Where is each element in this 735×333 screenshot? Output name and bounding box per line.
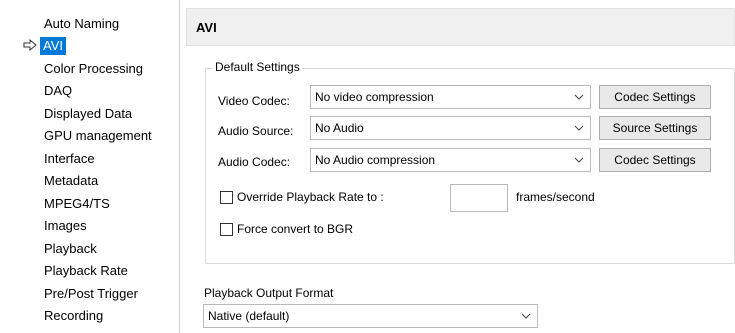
audio-codec-label: Audio Codec:: [218, 155, 291, 169]
sidebar-item-playback-rate[interactable]: Playback Rate: [44, 262, 128, 280]
sidebar-item-gpu-management[interactable]: GPU management: [44, 127, 152, 145]
sidebar-item-avi[interactable]: AVI: [40, 37, 66, 55]
sidebar-item-color-processing[interactable]: Color Processing: [44, 60, 143, 78]
audio-codec-settings-button[interactable]: Codec Settings: [599, 148, 711, 172]
playback-output-format-label: Playback Output Format: [204, 286, 334, 300]
sidebar-item-playback[interactable]: Playback: [44, 240, 97, 258]
video-codec-select[interactable]: No video compression: [310, 85, 591, 109]
audio-codec-select[interactable]: No Audio compression: [310, 148, 591, 172]
sidebar-item-daq[interactable]: DAQ: [44, 82, 72, 100]
sidebar-item-metadata[interactable]: Metadata: [44, 172, 98, 190]
chevron-down-icon: [574, 94, 584, 100]
arrow-right-icon: [23, 39, 37, 51]
audio-source-select[interactable]: No Audio: [310, 116, 591, 140]
avi-settings-panel: AVI Default Settings Video Codec: No vid…: [186, 0, 735, 333]
frames-per-second-label: frames/second: [516, 190, 595, 204]
playback-rate-input[interactable]: [450, 184, 508, 212]
audio-codec-value: No Audio compression: [315, 153, 436, 167]
sidebar-item-interface[interactable]: Interface: [44, 150, 95, 168]
override-playback-rate-checkbox[interactable]: [220, 191, 233, 204]
force-bgr-checkbox[interactable]: [220, 223, 233, 236]
default-settings-title: Default Settings: [213, 60, 302, 74]
audio-source-label: Audio Source:: [218, 124, 294, 138]
sidebar-item-displayed-data[interactable]: Displayed Data: [44, 105, 132, 123]
source-settings-button[interactable]: Source Settings: [599, 116, 711, 140]
sidebar-item-recording[interactable]: Recording: [44, 307, 103, 325]
playback-output-format-value: Native (default): [208, 309, 290, 323]
video-codec-label: Video Codec:: [218, 94, 290, 108]
panel-header: AVI: [186, 8, 735, 46]
playback-output-format-select[interactable]: Native (default): [203, 304, 538, 328]
force-bgr-label: Force convert to BGR: [237, 222, 354, 236]
sidebar-item-mpeg4-ts[interactable]: MPEG4/TS: [44, 195, 110, 213]
page-title: AVI: [196, 20, 217, 35]
chevron-down-icon: [574, 125, 584, 131]
video-codec-settings-button[interactable]: Codec Settings: [599, 85, 711, 109]
settings-sidebar: Auto Naming AVI Color Processing DAQ Dis…: [0, 0, 174, 333]
chevron-down-icon: [521, 313, 531, 319]
override-playback-rate-label: Override Playback Rate to :: [237, 190, 384, 204]
sidebar-item-images[interactable]: Images: [44, 217, 87, 235]
splitter[interactable]: [179, 0, 180, 333]
video-codec-value: No video compression: [315, 90, 434, 104]
sidebar-item-pre-post-trigger[interactable]: Pre/Post Trigger: [44, 285, 138, 303]
sidebar-item-auto-naming[interactable]: Auto Naming: [44, 15, 119, 33]
chevron-down-icon: [574, 157, 584, 163]
audio-source-value: No Audio: [315, 121, 364, 135]
